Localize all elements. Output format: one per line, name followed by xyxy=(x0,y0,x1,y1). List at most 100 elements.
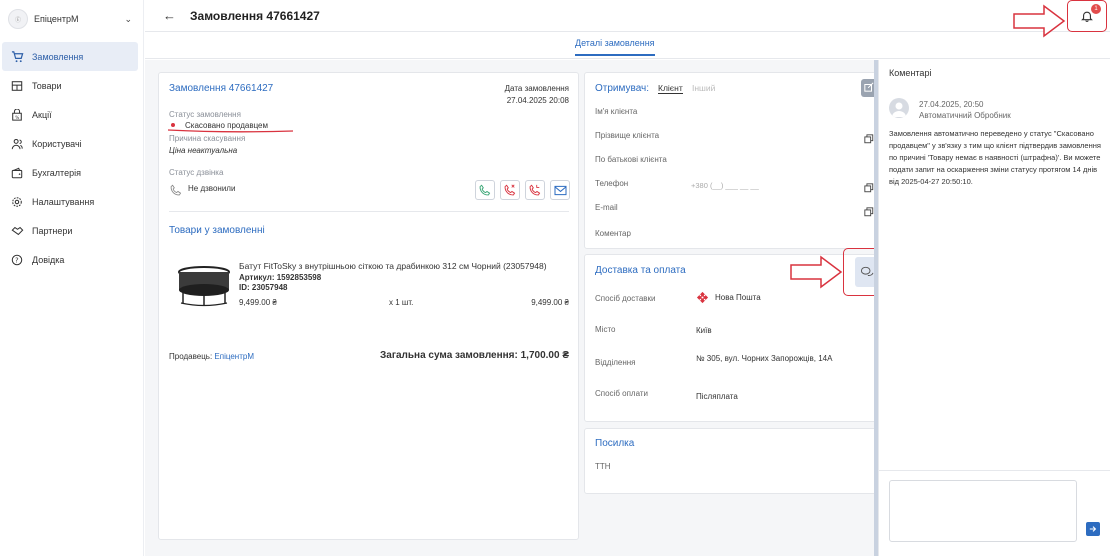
copy-icon[interactable] xyxy=(864,180,874,198)
city-value: Київ xyxy=(696,326,712,335)
product-total: 9,499.00 ₴ xyxy=(531,298,569,307)
comments-title: Коментарі xyxy=(889,68,932,78)
sidebar-item-products[interactable]: Товари xyxy=(2,71,138,100)
delivery-method-label: Спосіб доставки xyxy=(595,294,656,303)
svg-text:%: % xyxy=(15,114,19,120)
company-avatar: Ⓔ xyxy=(8,9,28,29)
comment-text: Замовлення автоматично переведено у стат… xyxy=(889,129,1101,186)
comment-input[interactable] xyxy=(889,480,1077,542)
company-name: ЕпіцентрМ xyxy=(34,14,79,24)
chevron-down-icon: ⌄ xyxy=(124,13,132,24)
back-arrow-icon[interactable]: ← xyxy=(163,8,176,23)
main-content: Замовлення 47661427 Дата замовлення 27.0… xyxy=(145,60,887,556)
order-date-label: Дата замовлення xyxy=(504,84,569,93)
copy-icon[interactable] xyxy=(864,131,874,149)
tabbar: Деталі замовлення xyxy=(145,32,1110,59)
sidebar-item-promos[interactable]: % Акції xyxy=(2,100,138,129)
mail-icon xyxy=(553,185,567,195)
gear-icon xyxy=(10,195,24,209)
sms-button[interactable] xyxy=(550,180,570,200)
sidebar-item-orders[interactable]: Замовлення xyxy=(2,42,138,71)
recipient-tab-client[interactable]: Клієнт xyxy=(658,83,683,94)
product-name[interactable]: Батут FitToSky з внутрішньою сіткою та д… xyxy=(239,261,547,271)
wallet-icon xyxy=(10,166,24,180)
status-label: Статус замовлення xyxy=(169,110,241,119)
products-title: Товари у замовленні xyxy=(169,225,265,236)
status-dot xyxy=(171,123,175,127)
middle-name-label: По батькові клієнта xyxy=(595,155,667,164)
cancel-reason-value: Ціна неактуальна xyxy=(169,146,238,155)
sidebar-item-label: Бухгалтерія xyxy=(32,167,81,178)
tab-order-details[interactable]: Деталі замовлення xyxy=(575,38,655,56)
arrow-right-icon xyxy=(1089,526,1097,532)
page-title: Замовлення 47661427 xyxy=(190,9,320,23)
nova-poshta-icon xyxy=(696,291,709,309)
sidebar-item-settings[interactable]: Налаштування xyxy=(2,187,138,216)
sidebar-item-label: Довідка xyxy=(32,254,65,265)
call-button[interactable] xyxy=(475,180,495,200)
users-icon xyxy=(10,137,24,151)
sidebar-item-label: Партнери xyxy=(32,225,73,236)
seller-label-text: Продавець: xyxy=(169,352,213,361)
product-id: ID: 23057948 xyxy=(239,283,288,292)
annotation-arrow xyxy=(790,255,843,289)
sidebar-item-label: Налаштування xyxy=(32,196,95,207)
sidebar-item-partners[interactable]: Партнери xyxy=(2,216,138,245)
parcel-card: Посилка ТТН xyxy=(584,428,877,494)
phone-call-icon xyxy=(479,184,491,196)
recipient-title: Отримувач: xyxy=(595,83,650,94)
notifications-button[interactable]: 1 xyxy=(1067,0,1107,32)
callback-button[interactable] xyxy=(525,180,545,200)
missed-call-button[interactable] xyxy=(500,180,520,200)
recipient-card: Отримувач: Клієнт Інший Ім'я клієнта Прі… xyxy=(584,72,877,249)
sidebar-item-label: Товари xyxy=(32,80,62,91)
sidebar-nav: Замовлення Товари % Акції Користувачі Бу… xyxy=(2,42,138,274)
send-button[interactable] xyxy=(1086,522,1100,536)
seller-link[interactable]: ЕпіцентрМ xyxy=(214,352,254,361)
divider xyxy=(879,470,1110,471)
comments-panel: Коментарі 27.04.2025, 20:50 Автоматичний… xyxy=(878,60,1110,556)
catalog-icon xyxy=(10,79,24,93)
handshake-icon xyxy=(10,224,24,238)
order-card: Замовлення 47661427 Дата замовлення 27.0… xyxy=(158,72,579,540)
delivery-title: Доставка та оплата xyxy=(595,265,686,276)
last-name-label: Прізвище клієнта xyxy=(595,131,660,140)
sidebar-item-users[interactable]: Користувачі xyxy=(2,129,138,158)
delivery-method-value: Нова Пошта xyxy=(715,293,761,302)
comment-date: 27.04.2025, 20:50 xyxy=(919,100,984,109)
call-status-value: Не дзвонили xyxy=(188,184,236,193)
top-header: ← Замовлення 47661427 1 xyxy=(145,0,1110,38)
product-article: Артикул: 1592853598 xyxy=(239,273,322,282)
sidebar-item-label: Акції xyxy=(32,109,52,120)
phone-field[interactable]: +380 (__) ___ __ __ xyxy=(691,181,759,190)
payment-label: Спосіб оплати xyxy=(595,389,648,398)
email-label: E-mail xyxy=(595,203,618,212)
sidebar-item-accounting[interactable]: Бухгалтерія xyxy=(2,158,138,187)
company-switcher[interactable]: Ⓔ ЕпіцентрМ ⌄ xyxy=(8,8,140,30)
comment-label: Коментар xyxy=(595,229,631,238)
phone-label: Телефон xyxy=(595,179,629,188)
sidebar-item-help[interactable]: ? Довідка xyxy=(2,245,138,274)
comment-author: Автоматичний Обробник xyxy=(919,111,1011,120)
svg-text:?: ? xyxy=(15,256,19,264)
first-name-label: Ім'я клієнта xyxy=(595,107,638,116)
ttn-label: ТТН xyxy=(595,462,611,471)
parcel-title: Посилка xyxy=(595,438,635,449)
edit-icon xyxy=(864,82,874,92)
product-image[interactable] xyxy=(177,259,231,307)
phone-icon xyxy=(170,183,182,201)
sidebar-item-label: Замовлення xyxy=(32,51,84,62)
notification-badge: 1 xyxy=(1091,4,1101,14)
divider xyxy=(169,211,569,212)
help-icon: ? xyxy=(10,253,24,267)
city-label: Місто xyxy=(595,325,616,334)
branch-value: № 305, вул. Чорних Запорожців, 14А xyxy=(696,354,833,363)
copy-icon[interactable] xyxy=(864,204,874,222)
phone-missed-icon xyxy=(504,184,516,196)
sidebar-item-label: Користувачі xyxy=(32,138,82,149)
promo-icon: % xyxy=(10,108,24,122)
recipient-tab-other[interactable]: Інший xyxy=(692,83,715,93)
order-total: Загальна сума замовлення: 1,700.00 ₴ xyxy=(380,350,569,361)
cart-icon xyxy=(10,50,24,64)
seller-label: Продавець: ЕпіцентрМ xyxy=(169,352,254,361)
